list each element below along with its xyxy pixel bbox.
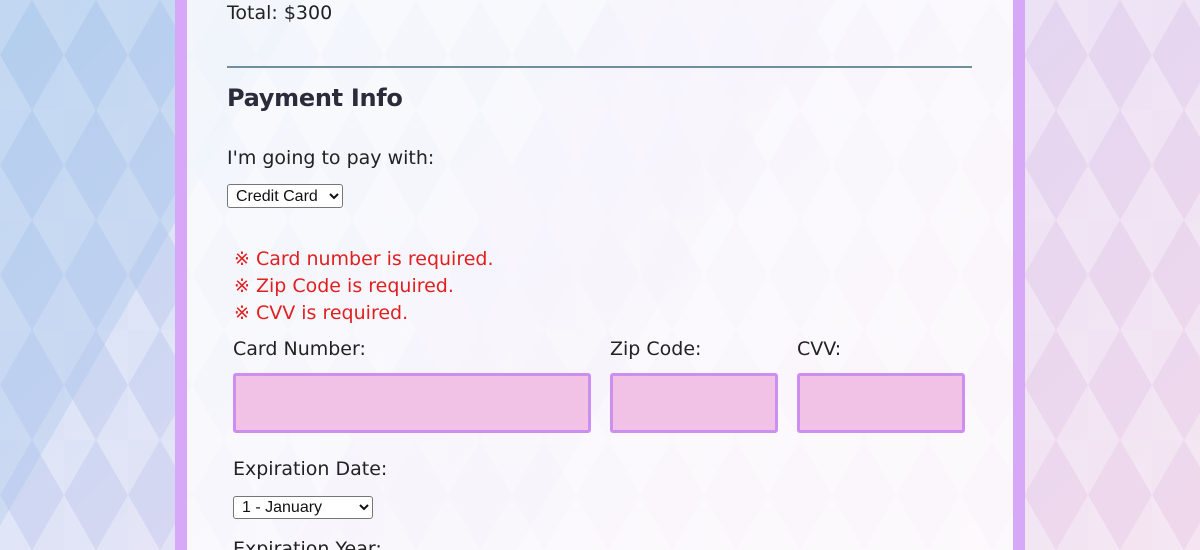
error-zip-code: ※ Zip Code is required. [234,275,454,297]
section-divider [227,66,972,68]
expiration-date-label: Expiration Date: [233,458,388,480]
card-number-input[interactable] [233,373,591,433]
cvv-input[interactable] [797,373,965,433]
payment-method-label: I'm going to pay with: [227,147,435,169]
order-total: Total: $300 [227,2,333,24]
form-container: Total: $300 Payment Info I'm going to pa… [175,0,1025,550]
expiration-year-label: Expiration Year: [233,538,382,550]
error-card-number: ※ Card number is required. [234,248,494,270]
card-number-label: Card Number: [233,338,366,360]
cvv-label: CVV: [797,338,842,360]
expiration-month-select[interactable]: 1 - January [233,496,373,519]
error-cvv: ※ CVV is required. [234,302,409,324]
validation-errors: ※ Card number is required. ※ Zip Code is… [234,246,494,327]
payment-section-title: Payment Info [227,84,403,112]
payment-method-select[interactable]: Credit Card [227,184,343,208]
zip-code-label: Zip Code: [610,338,702,360]
zip-code-input[interactable] [610,373,778,433]
